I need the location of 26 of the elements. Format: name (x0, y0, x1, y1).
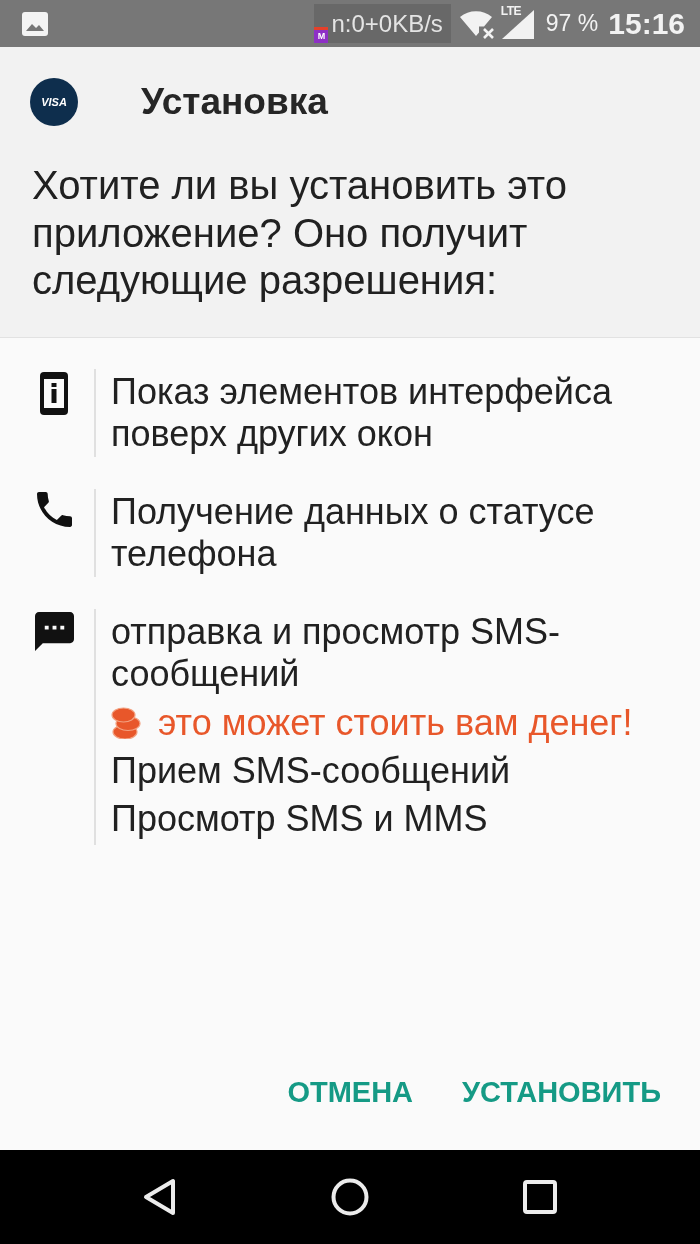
home-icon[interactable] (331, 1178, 369, 1216)
phone-icon (36, 491, 72, 527)
clock-label: 15:16 (608, 6, 685, 41)
permission-label: отправка и просмотр SMS-сообщений (111, 610, 562, 695)
permission-detail: Прием SMS-сообщений (111, 748, 512, 793)
install-button[interactable]: УСТАНОВИТЬ (446, 1060, 677, 1124)
phone-info-icon (40, 371, 68, 415)
signal-icon (500, 8, 535, 39)
back-icon[interactable] (143, 1178, 177, 1216)
permission-label: Показ элементов интерфейса поверх других окон (111, 370, 613, 455)
wifi-x-icon (459, 8, 496, 39)
cancel-button[interactable]: ОТМЕНА (271, 1060, 430, 1124)
permission-label: Получение данных о статусе телефона (111, 490, 596, 575)
chat-bubble-icon (34, 611, 74, 651)
battery-label: 97 % (545, 10, 599, 37)
install-prompt: Хотите ли вы установить это приложение? Оно получит следующие разрешения: (32, 162, 568, 304)
recents-icon[interactable] (523, 1180, 557, 1214)
app-logo: VISA (30, 78, 78, 126)
image-icon (22, 11, 48, 36)
cost-warning: это может стоить вам денег! (158, 701, 633, 744)
dialog-title: Установка (141, 81, 328, 123)
permission-detail: Просмотр SMS и MMS (111, 796, 489, 841)
network-speed-label: n:0+0KB/s (331, 9, 443, 38)
coins-icon (111, 706, 141, 739)
network-type-label: LTE (500, 4, 522, 17)
notification-badge: M (314, 27, 329, 43)
